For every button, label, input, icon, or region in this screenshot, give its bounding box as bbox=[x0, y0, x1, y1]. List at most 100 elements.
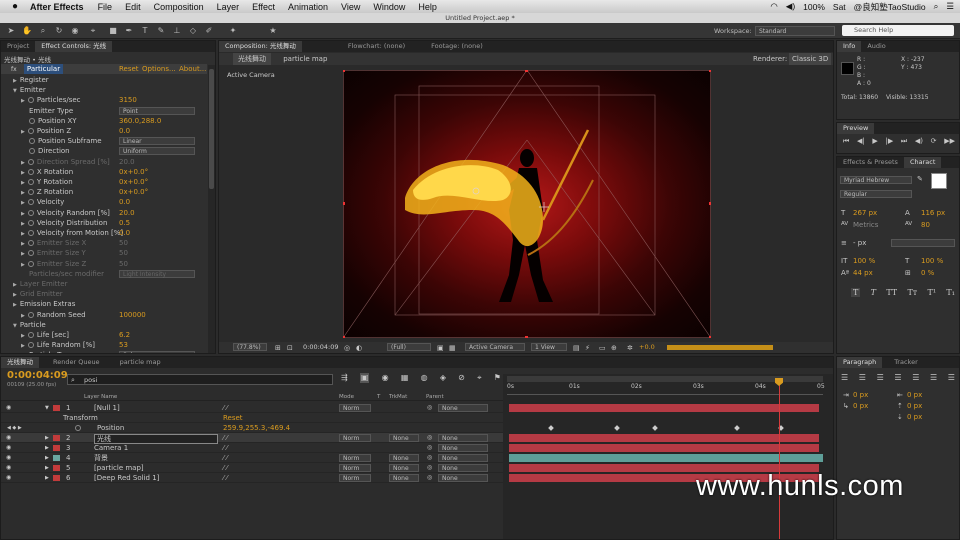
fast-preview-icon[interactable]: ⚡ bbox=[585, 343, 590, 354]
vscale-value[interactable]: 100 % bbox=[853, 257, 875, 265]
effect-prop-row[interactable]: ▶ Life [sec] 6.2 bbox=[1, 330, 207, 340]
parent-dropdown[interactable]: None bbox=[438, 454, 488, 462]
layer-duration-bar[interactable] bbox=[509, 454, 823, 462]
justify-left-icon[interactable]: ☰ bbox=[894, 373, 901, 382]
effect-prop-row[interactable]: ▶ Particles/sec 3150 bbox=[1, 95, 207, 105]
effect-prop-row[interactable]: ▼ Emitter bbox=[1, 85, 207, 95]
effect-prop-value[interactable]: 50 bbox=[119, 248, 128, 258]
pickwhip-icon[interactable]: ◎ bbox=[427, 433, 432, 443]
label-color-swatch[interactable] bbox=[53, 455, 60, 461]
camera-tool-icon[interactable]: ◉ bbox=[70, 26, 80, 36]
effect-prop-value[interactable]: 20.0 bbox=[119, 157, 135, 167]
tsume-value[interactable]: 0 % bbox=[921, 269, 934, 277]
layer-duration-bar[interactable] bbox=[509, 444, 819, 452]
keyframe-diamond[interactable] bbox=[548, 425, 554, 431]
keyframe-diamond[interactable] bbox=[614, 425, 620, 431]
menu-window[interactable]: Window bbox=[373, 2, 405, 12]
clone-tool-icon[interactable]: ⊥ bbox=[172, 26, 182, 36]
renderer-value[interactable]: Classic 3D bbox=[789, 53, 832, 65]
timeline-graph-area[interactable]: 0s 01s 02s 03s 04s 05 bbox=[503, 374, 833, 539]
font-family-dropdown[interactable]: Myriad Hebrew bbox=[840, 176, 912, 184]
menu-layer[interactable]: Layer bbox=[217, 2, 240, 12]
space-before-value[interactable]: 0 px bbox=[907, 402, 922, 410]
visibility-eye-icon[interactable]: ◉ bbox=[6, 463, 11, 473]
tab-footage[interactable]: Footage: (none) bbox=[425, 41, 489, 52]
comp-mini-flowchart-icon[interactable]: ⇶ bbox=[341, 373, 348, 383]
stopwatch-icon[interactable] bbox=[27, 128, 34, 134]
indent-left-value[interactable]: 0 px bbox=[853, 391, 868, 399]
effect-prop-row[interactable]: Position Subframe Linear bbox=[1, 136, 207, 146]
fill-color-swatch[interactable] bbox=[931, 173, 947, 189]
audio-icon[interactable]: ◀) bbox=[915, 137, 923, 146]
prev-frame-icon[interactable]: ◀| bbox=[857, 137, 865, 146]
col-mode[interactable]: Mode bbox=[339, 393, 354, 401]
type-tool-icon[interactable]: T bbox=[140, 26, 150, 36]
stopwatch-icon[interactable] bbox=[27, 311, 34, 318]
comp-subtab-particle-map[interactable]: particle map bbox=[283, 55, 327, 63]
brainstorm-icon[interactable]: ◈ bbox=[440, 373, 446, 383]
timeline-search-input[interactable]: ⌕ posi bbox=[67, 374, 333, 385]
kerning-value[interactable]: Metrics bbox=[853, 221, 878, 229]
effect-prop-row[interactable]: ▶ Emitter Size Y 50 bbox=[1, 248, 207, 258]
effect-prop-row[interactable]: Particles/sec modifier Light Intensity bbox=[1, 269, 207, 279]
effect-prop-row[interactable]: ▶ Velocity 0.0 bbox=[1, 197, 207, 207]
trkmat-dropdown[interactable]: None bbox=[389, 474, 419, 482]
blend-mode-dropdown[interactable]: Norm bbox=[339, 454, 371, 462]
effect-reset-link[interactable]: Reset bbox=[119, 64, 139, 74]
stopwatch-icon[interactable] bbox=[27, 97, 34, 104]
visibility-eye-icon[interactable]: ◉ bbox=[6, 443, 11, 453]
roto-tool-icon[interactable]: ✐ bbox=[204, 26, 214, 36]
layer-switches[interactable]: ⁄ ⁄ bbox=[223, 443, 228, 453]
col-trkmat[interactable]: TrkMat bbox=[389, 393, 407, 401]
stopwatch-icon[interactable] bbox=[29, 138, 35, 145]
tab-effect-controls[interactable]: Effect Controls: 光线 bbox=[35, 41, 113, 52]
effect-prop-row[interactable]: ▶ Grid Emitter bbox=[1, 289, 207, 299]
blend-mode-dropdown[interactable]: Norm bbox=[339, 404, 371, 412]
parent-dropdown[interactable]: None bbox=[438, 434, 488, 442]
volume-icon[interactable]: ◀) bbox=[786, 1, 795, 12]
table-row[interactable]: ◉ ▶ 3 Camera 1 ⁄ ⁄ ◎ None bbox=[1, 443, 503, 453]
effect-prop-value[interactable]: 53 bbox=[119, 340, 128, 350]
wifi-icon[interactable]: ◠ bbox=[770, 1, 777, 12]
disclosure-triangle-icon[interactable]: ▶ bbox=[45, 473, 49, 483]
stopwatch-icon[interactable] bbox=[29, 117, 35, 124]
pickwhip-icon[interactable]: ◎ bbox=[427, 443, 432, 453]
table-row[interactable]: ◉ ▶ 2 光线 ⁄ ⁄ Norm None ◎ None bbox=[1, 433, 503, 444]
effect-name[interactable]: Particular bbox=[23, 64, 64, 74]
justify-all-icon[interactable]: ☰ bbox=[948, 373, 955, 382]
list-icon[interactable]: ☰ bbox=[946, 1, 954, 12]
table-row[interactable]: ◉ ▶ 6 [Deep Red Solid 1] ⁄ ⁄ Norm None ◎ None bbox=[1, 473, 503, 483]
stopwatch-icon[interactable] bbox=[27, 250, 34, 257]
effect-prop-row[interactable]: ▶ Velocity Random [%] 20.0 bbox=[1, 208, 207, 218]
camera-view-dropdown[interactable]: Active Camera bbox=[465, 343, 525, 351]
align-left-icon[interactable]: ☰ bbox=[841, 373, 848, 382]
label-color-swatch[interactable] bbox=[53, 405, 60, 411]
keyframe-nav-icon[interactable]: ◀ ◆ ▶ bbox=[7, 423, 22, 433]
effect-prop-row[interactable]: Particle Type Sphere bbox=[1, 350, 207, 353]
last-frame-icon[interactable]: ⏭ bbox=[901, 137, 907, 146]
layer-duration-bar[interactable] bbox=[509, 434, 819, 442]
align-center-icon[interactable]: ☰ bbox=[859, 373, 866, 382]
comp-subtab-main[interactable]: 光线舞动 bbox=[233, 53, 271, 65]
disclosure-triangle-icon[interactable]: ▶ bbox=[45, 433, 49, 443]
rectangle-tool-icon[interactable]: ■ bbox=[108, 26, 118, 36]
effect-prop-value[interactable]: 0.0 bbox=[119, 197, 130, 207]
tab-preview[interactable]: Preview bbox=[837, 123, 875, 134]
app-menu[interactable]: After Effects bbox=[30, 2, 84, 12]
exposure-icon[interactable]: ✲ bbox=[627, 343, 633, 354]
effect-prop-row[interactable]: ▶ Emitter Size X 50 bbox=[1, 238, 207, 248]
parent-dropdown[interactable]: None bbox=[438, 474, 488, 482]
tab-effects-presets[interactable]: Effects & Presets bbox=[837, 157, 904, 168]
effect-prop-row[interactable]: ▶ Z Rotation 0x+0.0° bbox=[1, 187, 207, 197]
transform-reset-link[interactable]: Reset bbox=[223, 413, 243, 423]
disclosure-triangle-icon[interactable]: ▶ bbox=[45, 443, 49, 453]
stopwatch-icon[interactable] bbox=[27, 209, 34, 216]
superscript-button[interactable]: T¹ bbox=[928, 288, 937, 297]
parent-dropdown[interactable]: None bbox=[438, 464, 488, 472]
label-color-swatch[interactable] bbox=[53, 465, 60, 471]
tab-tracker[interactable]: Tracker bbox=[888, 357, 923, 368]
auto-keyframe-icon[interactable]: ⊘ bbox=[458, 373, 465, 383]
layer-duration-bar[interactable] bbox=[509, 404, 819, 412]
effect-prop-value[interactable]: 0x+0.0° bbox=[119, 187, 148, 197]
clock[interactable]: Sat bbox=[833, 2, 846, 12]
